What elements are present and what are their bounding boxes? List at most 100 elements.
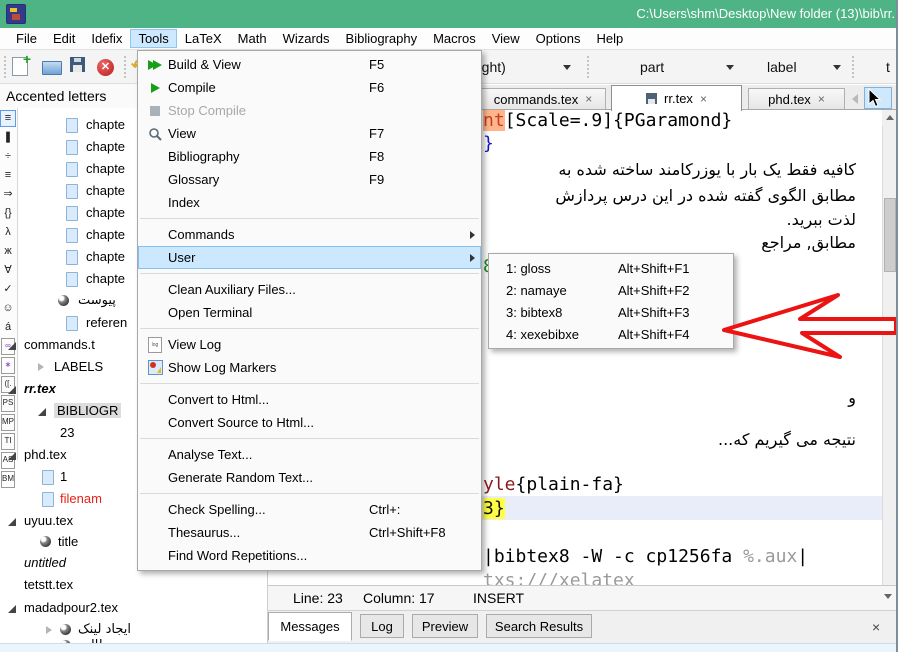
bottom-tab-preview[interactable]: Preview xyxy=(412,614,478,638)
menu-item-label: Glossary xyxy=(168,172,369,187)
menubar-item-file[interactable]: File xyxy=(8,29,45,48)
code-segment: } xyxy=(483,133,494,154)
menu-item-label: Generate Random Text... xyxy=(168,470,369,485)
menubar-item-wizards[interactable]: Wizards xyxy=(275,29,338,48)
menubar-item-macros[interactable]: Macros xyxy=(425,29,484,48)
code-segment: nt xyxy=(483,110,505,131)
scroll-up-icon[interactable] xyxy=(882,110,898,126)
tree-item-label: LABELS xyxy=(54,359,103,374)
menu-item-build-view[interactable]: Build & ViewF5 xyxy=(138,53,481,76)
expander-open-icon[interactable] xyxy=(8,518,16,526)
tab-close-icon[interactable]: × xyxy=(700,92,707,106)
user-command-namaye[interactable]: 2: namayeAlt+Shift+F2 xyxy=(489,279,733,301)
editor-tab-phd-tex[interactable]: phd.tex× xyxy=(748,88,845,109)
menu-item-view-log[interactable]: logView Log xyxy=(138,333,481,356)
menu-item-label: View xyxy=(168,126,369,141)
panel-close-icon[interactable]: × xyxy=(872,619,880,635)
editor-tab-rr-tex[interactable]: rr.tex× xyxy=(611,85,742,111)
menu-item-show-log-markers[interactable]: Show Log Markers xyxy=(138,356,481,379)
user-command-shortcut: Alt+Shift+F2 xyxy=(618,283,690,298)
menu-item-glossary[interactable]: GlossaryF9 xyxy=(138,168,481,191)
bottom-tab-log[interactable]: Log xyxy=(360,614,404,638)
menu-item-find-word-repetitions[interactable]: Find Word Repetitions... xyxy=(138,544,481,567)
save-icon[interactable] xyxy=(70,57,85,77)
section-icon xyxy=(60,624,71,635)
menu-item-check-spelling[interactable]: Check Spelling...Ctrl+: xyxy=(138,498,481,521)
expander-open-icon[interactable] xyxy=(38,408,46,416)
menu-separator xyxy=(140,383,479,384)
menu-item-index[interactable]: Index xyxy=(138,191,481,214)
code-segment: yle xyxy=(483,474,516,495)
menu-item-label: Check Spelling... xyxy=(168,502,369,517)
menu-item-label: Convert to Html... xyxy=(168,392,369,407)
menu-item-convert-to-html[interactable]: Convert to Html... xyxy=(138,388,481,411)
user-command-gloss[interactable]: 1: glossAlt+Shift+F1 xyxy=(489,257,733,279)
bottom-tab-messages[interactable]: Messages xyxy=(268,612,352,641)
menu-item-label: Thesaurus... xyxy=(168,525,369,540)
menu-item-shortcut: F5 xyxy=(369,57,475,72)
menu-item-commands[interactable]: Commands xyxy=(138,223,481,246)
menu-item-label: Build & View xyxy=(168,57,369,72)
menu-item-shortcut: F8 xyxy=(369,149,475,164)
scroll-down-icon[interactable] xyxy=(884,594,892,599)
close-icon[interactable]: ✕ xyxy=(97,57,114,76)
menubar-item-idefix[interactable]: Idefix xyxy=(83,29,130,48)
menu-item-generate-random-text[interactable]: Generate Random Text... xyxy=(138,466,481,489)
menu-item-open-terminal[interactable]: Open Terminal xyxy=(138,301,481,324)
menubar-item-edit[interactable]: Edit xyxy=(45,29,83,48)
expander-open-icon[interactable] xyxy=(8,452,16,460)
expander-open-icon[interactable] xyxy=(8,605,16,613)
section-icon xyxy=(40,536,51,547)
texstudio-window: C:\Users\shm\Desktop\New folder (13)\bib… xyxy=(0,0,898,652)
tab-scroll-left-icon[interactable] xyxy=(848,90,862,108)
user-command-shortcut: Alt+Shift+F4 xyxy=(618,327,690,342)
expander-closed-icon[interactable] xyxy=(38,363,44,371)
menu-item-label: Commands xyxy=(168,227,364,242)
menu-item-analyse-text[interactable]: Analyse Text... xyxy=(138,443,481,466)
menu-item-shortcut: F6 xyxy=(369,80,475,95)
tree-item-22[interactable]: tetstt.tex xyxy=(0,576,268,596)
view-icon xyxy=(142,127,168,141)
editor-tab-commands-tex[interactable]: commands.tex× xyxy=(480,88,606,109)
menu-item-label: Clean Auxiliary Files... xyxy=(168,282,369,297)
menu-item-convert-source-to-html[interactable]: Convert Source to Html... xyxy=(138,411,481,434)
expander-open-icon[interactable] xyxy=(8,386,16,394)
tab-close-icon[interactable]: × xyxy=(585,92,592,106)
expander-closed-icon[interactable] xyxy=(46,626,52,634)
menu-item-stop-compile[interactable]: Stop Compile xyxy=(138,99,481,122)
menubar-item-tools[interactable]: Tools xyxy=(130,29,176,48)
menubar-item-help[interactable]: Help xyxy=(588,29,631,48)
menu-item-compile[interactable]: CompileF6 xyxy=(138,76,481,99)
menubar-item-options[interactable]: Options xyxy=(528,29,589,48)
menubar-item-latex[interactable]: LaTeX xyxy=(177,29,230,48)
menu-item-bibliography[interactable]: BibliographyF8 xyxy=(138,145,481,168)
combo-dropdown-icon[interactable] xyxy=(726,65,734,70)
menu-item-thesaurus[interactable]: Thesaurus...Ctrl+Shift+F8 xyxy=(138,521,481,544)
toolbar-combo-2[interactable]: part xyxy=(640,59,664,75)
menubar-item-view[interactable]: View xyxy=(484,29,528,48)
tab-close-icon[interactable]: × xyxy=(818,92,825,106)
menu-separator xyxy=(140,273,479,274)
menubar-item-math[interactable]: Math xyxy=(230,29,275,48)
combo-dropdown-icon[interactable] xyxy=(563,65,571,70)
menu-item-clean-auxiliary-files[interactable]: Clean Auxiliary Files... xyxy=(138,278,481,301)
toolbar-combo-3[interactable]: label xyxy=(767,59,797,75)
menubar-item-bibliography[interactable]: Bibliography xyxy=(338,29,426,48)
file-icon xyxy=(66,162,78,177)
expander-open-icon[interactable] xyxy=(8,342,16,350)
bottom-tab-search-results[interactable]: Search Results xyxy=(486,614,592,638)
open-file-icon[interactable] xyxy=(42,57,62,80)
scrollbar-thumb[interactable] xyxy=(884,198,896,272)
menu-item-user[interactable]: User xyxy=(138,246,481,269)
combo-dropdown-icon[interactable] xyxy=(833,65,841,70)
toolbar-combo-4[interactable]: t xyxy=(886,59,890,75)
window-title: C:\Users\shm\Desktop\New folder (13)\bib… xyxy=(636,6,895,21)
user-command-xexebibxe[interactable]: 4: xexebibxeAlt+Shift+F4 xyxy=(489,323,733,345)
code-segment: [Scale=.9]{PGaramond} xyxy=(505,110,733,131)
new-file-icon[interactable] xyxy=(12,57,28,81)
menu-separator xyxy=(140,493,479,494)
menu-item-view[interactable]: ViewF7 xyxy=(138,122,481,145)
tree-item-23[interactable]: madadpour2.tex xyxy=(0,599,268,619)
tree-item-label: chapte xyxy=(86,161,125,176)
user-command-bibtex8[interactable]: 3: bibtex8Alt+Shift+F3 xyxy=(489,301,733,323)
